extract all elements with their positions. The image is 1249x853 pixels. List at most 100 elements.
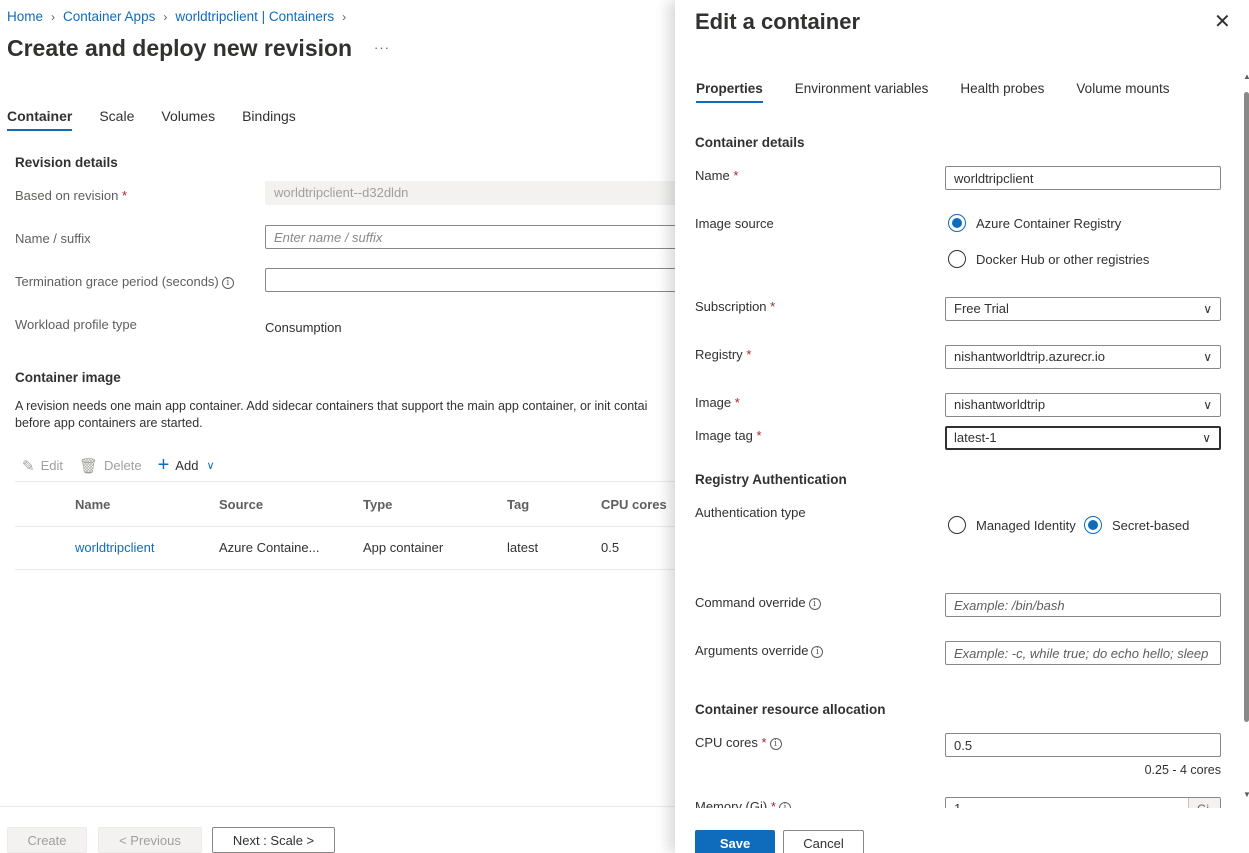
divider <box>15 481 685 482</box>
arguments-override-input[interactable] <box>945 641 1221 665</box>
tab-scale[interactable]: Scale <box>99 108 134 130</box>
column-header-name[interactable]: Name <box>75 497 110 512</box>
column-header-cpu-cores[interactable]: CPU cores <box>601 497 667 512</box>
tab-volume-mounts[interactable]: Volume mounts <box>1076 81 1169 102</box>
grace-period-input[interactable] <box>265 268 685 292</box>
subscription-label: Subscription * <box>695 299 776 314</box>
page-title: Create and deploy new revision <box>7 35 353 61</box>
divider <box>15 569 685 570</box>
info-icon[interactable]: i <box>221 276 234 289</box>
breadcrumb-container-apps[interactable]: Container Apps <box>63 9 155 24</box>
name-suffix-input[interactable] <box>265 225 685 249</box>
command-override-label: Command override i <box>695 595 821 610</box>
resource-allocation-heading: Container resource allocation <box>695 702 886 717</box>
authentication-type-label: Authentication type <box>695 505 806 520</box>
radio-azure-container-registry[interactable]: Azure Container Registry <box>948 214 1121 232</box>
grace-period-label: Termination grace period (seconds) i <box>15 274 234 289</box>
tab-properties[interactable]: Properties <box>696 81 763 103</box>
container-details-heading: Container details <box>695 135 805 150</box>
registry-label: Registry * <box>695 347 752 362</box>
image-label: Image * <box>695 395 740 410</box>
radio-selected-icon <box>948 214 966 232</box>
cpu-cores-input[interactable] <box>945 733 1221 757</box>
save-button[interactable]: Save <box>695 830 775 853</box>
workload-profile-label: Workload profile type <box>15 317 137 332</box>
revision-details-heading: Revision details <box>15 155 118 170</box>
footer-divider <box>0 806 675 807</box>
create-button[interactable]: Create <box>7 827 87 853</box>
command-override-input[interactable] <box>945 593 1221 617</box>
breadcrumb-home[interactable]: Home <box>7 9 43 24</box>
pencil-icon: ✎ <box>22 457 35 475</box>
add-button[interactable]: + Add ∨ <box>158 454 215 477</box>
row-cpu: 0.5 <box>601 540 620 555</box>
radio-unselected-icon <box>948 250 966 268</box>
plus-icon: + <box>157 454 170 476</box>
chevron-right-icon: › <box>51 9 56 24</box>
tab-health-probes[interactable]: Health probes <box>960 81 1044 102</box>
panel-tabs: Properties Environment variables Health … <box>696 81 1201 103</box>
container-image-description: A revision needs one main app container.… <box>15 399 648 430</box>
row-type: App container <box>363 540 444 555</box>
tab-environment-variables[interactable]: Environment variables <box>795 81 929 102</box>
tab-container[interactable]: Container <box>7 108 73 131</box>
divider <box>15 526 685 527</box>
chevron-down-icon: ∨ <box>206 460 215 472</box>
cancel-button[interactable]: Cancel <box>783 830 864 853</box>
breadcrumb: Home › Container Apps › worldtripclient … <box>7 9 354 24</box>
subscription-select[interactable]: Free Trial ∨ <box>945 297 1221 321</box>
cpu-cores-hint: 0.25 - 4 cores <box>1144 763 1221 777</box>
chevron-down-icon: ∨ <box>1203 302 1212 316</box>
row-name-link[interactable]: worldtripclient <box>75 540 154 555</box>
tab-volumes[interactable]: Volumes <box>161 108 215 130</box>
registry-select[interactable]: nishantworldtrip.azurecr.io ∨ <box>945 345 1221 369</box>
cpu-cores-label: CPU cores * i <box>695 735 782 750</box>
image-tag-label: Image tag * <box>695 428 762 443</box>
tab-bindings[interactable]: Bindings <box>242 108 296 130</box>
based-on-revision-field: worldtripclient--d32dldn <box>265 181 685 205</box>
image-select[interactable]: nishantworldtrip ∨ <box>945 393 1221 417</box>
command-bar: ✎ Edit 🗑︎ Delete + Add ∨ <box>22 454 231 477</box>
panel-footer: Save Cancel <box>675 808 1249 853</box>
name-suffix-label: Name / suffix <box>15 231 91 246</box>
info-icon[interactable]: i <box>769 737 782 750</box>
workload-profile-value: Consumption <box>265 320 342 335</box>
image-source-label: Image source <box>695 216 774 231</box>
image-tag-select[interactable]: latest-1 ∨ <box>945 426 1221 450</box>
radio-managed-identity[interactable]: Managed Identity <box>948 516 1076 534</box>
container-name-input[interactable] <box>945 166 1221 190</box>
column-header-type[interactable]: Type <box>363 497 392 512</box>
column-header-source[interactable]: Source <box>219 497 263 512</box>
row-source: Azure Containe... <box>219 540 320 555</box>
container-image-heading: Container image <box>15 370 121 385</box>
radio-docker-hub[interactable]: Docker Hub or other registries <box>948 250 1149 268</box>
scroll-up-icon[interactable]: ▲ <box>1243 72 1249 81</box>
radio-secret-based[interactable]: Secret-based <box>1084 516 1189 534</box>
close-icon[interactable]: ✕ <box>1214 12 1231 32</box>
panel-title: Edit a container <box>695 9 861 34</box>
delete-button[interactable]: 🗑︎ Delete <box>79 457 142 475</box>
chevron-down-icon: ∨ <box>1202 431 1211 445</box>
name-label: Name * <box>695 168 739 183</box>
chevron-down-icon: ∨ <box>1203 398 1212 412</box>
page-tabs: Container Scale Volumes Bindings <box>7 108 323 131</box>
more-options-button[interactable]: ··· <box>374 40 390 55</box>
info-icon[interactable]: i <box>811 645 824 658</box>
radio-unselected-icon <box>948 516 966 534</box>
previous-button[interactable]: < Previous <box>98 827 202 853</box>
arguments-override-label: Arguments override i <box>695 643 824 658</box>
column-header-tag[interactable]: Tag <box>507 497 529 512</box>
next-scale-button[interactable]: Next : Scale > <box>212 827 335 853</box>
edit-button[interactable]: ✎ Edit <box>22 457 63 475</box>
edit-container-panel: Edit a container ✕ Properties Environmen… <box>675 0 1249 853</box>
chevron-right-icon: › <box>163 9 168 24</box>
breadcrumb-worldtripclient-containers[interactable]: worldtripclient | Containers <box>175 9 334 24</box>
chevron-right-icon: › <box>342 9 347 24</box>
scrollbar-thumb[interactable] <box>1244 92 1249 722</box>
scroll-down-icon[interactable]: ▼ <box>1243 790 1249 799</box>
radio-selected-icon <box>1084 516 1102 534</box>
info-icon[interactable]: i <box>808 597 821 610</box>
row-tag: latest <box>507 540 539 555</box>
registry-authentication-heading: Registry Authentication <box>695 472 847 487</box>
chevron-down-icon: ∨ <box>1203 350 1212 364</box>
